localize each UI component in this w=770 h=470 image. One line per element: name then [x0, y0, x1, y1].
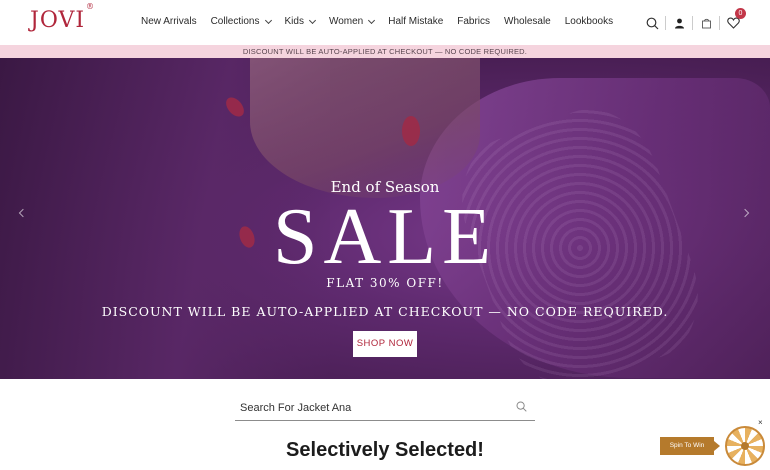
shop-now-button[interactable]: SHOP NOW [353, 331, 417, 357]
close-icon[interactable]: × [758, 418, 763, 427]
wishlist-count-badge: 0 [735, 8, 746, 19]
nav-new-arrivals[interactable]: New Arrivals [141, 16, 197, 27]
nav-women[interactable]: Women [329, 16, 376, 27]
search-bar [235, 395, 535, 421]
spin-wheel-icon[interactable] [725, 426, 765, 466]
hero-offer: FLAT 30% OFF! [326, 276, 444, 290]
hero-image-nail [402, 116, 420, 146]
hero-banner[interactable]: End of Season SALE FLAT 30% OFF! DISCOUN… [0, 58, 770, 379]
wishlist-button[interactable]: 0 [722, 8, 746, 33]
site-header: JOVI® New Arrivals Collections Kids Wome… [0, 0, 770, 45]
divider [692, 16, 693, 30]
chevron-down-icon [264, 16, 272, 24]
hero-note: DISCOUNT WILL BE AUTO-APPLIED AT CHECKOU… [101, 304, 669, 319]
nav-half-mistake[interactable]: Half Mistake [388, 16, 443, 27]
account-button[interactable] [668, 13, 690, 33]
heart-icon [726, 17, 740, 29]
cart-button[interactable] [695, 13, 717, 33]
search-icon[interactable] [516, 401, 527, 412]
chevron-down-icon [308, 16, 316, 24]
chevron-down-icon [368, 16, 376, 24]
hero-headline: SALE [273, 193, 497, 281]
nav-kids[interactable]: Kids [285, 16, 316, 27]
main-nav: New Arrivals Collections Kids Women Half… [141, 16, 613, 27]
divider [665, 16, 666, 30]
section-title: Selectively Selected! [286, 439, 484, 461]
header-icons: 0 [641, 8, 746, 33]
nav-lookbooks[interactable]: Lookbooks [565, 16, 613, 27]
spin-to-win-button[interactable]: Spin To Win [660, 437, 720, 455]
nav-wholesale[interactable]: Wholesale [504, 16, 551, 27]
user-icon [674, 18, 684, 28]
divider [719, 16, 720, 30]
nav-collections[interactable]: Collections [211, 16, 272, 27]
cart-icon [701, 18, 711, 28]
search-icon [646, 17, 658, 29]
logo[interactable]: JOVI® [30, 2, 95, 33]
announcement-bar: DISCOUNT WILL BE AUTO-APPLIED AT CHECKOU… [0, 45, 770, 58]
search-input[interactable] [240, 399, 500, 417]
search-button[interactable] [641, 13, 663, 33]
nav-fabrics[interactable]: Fabrics [457, 16, 490, 27]
